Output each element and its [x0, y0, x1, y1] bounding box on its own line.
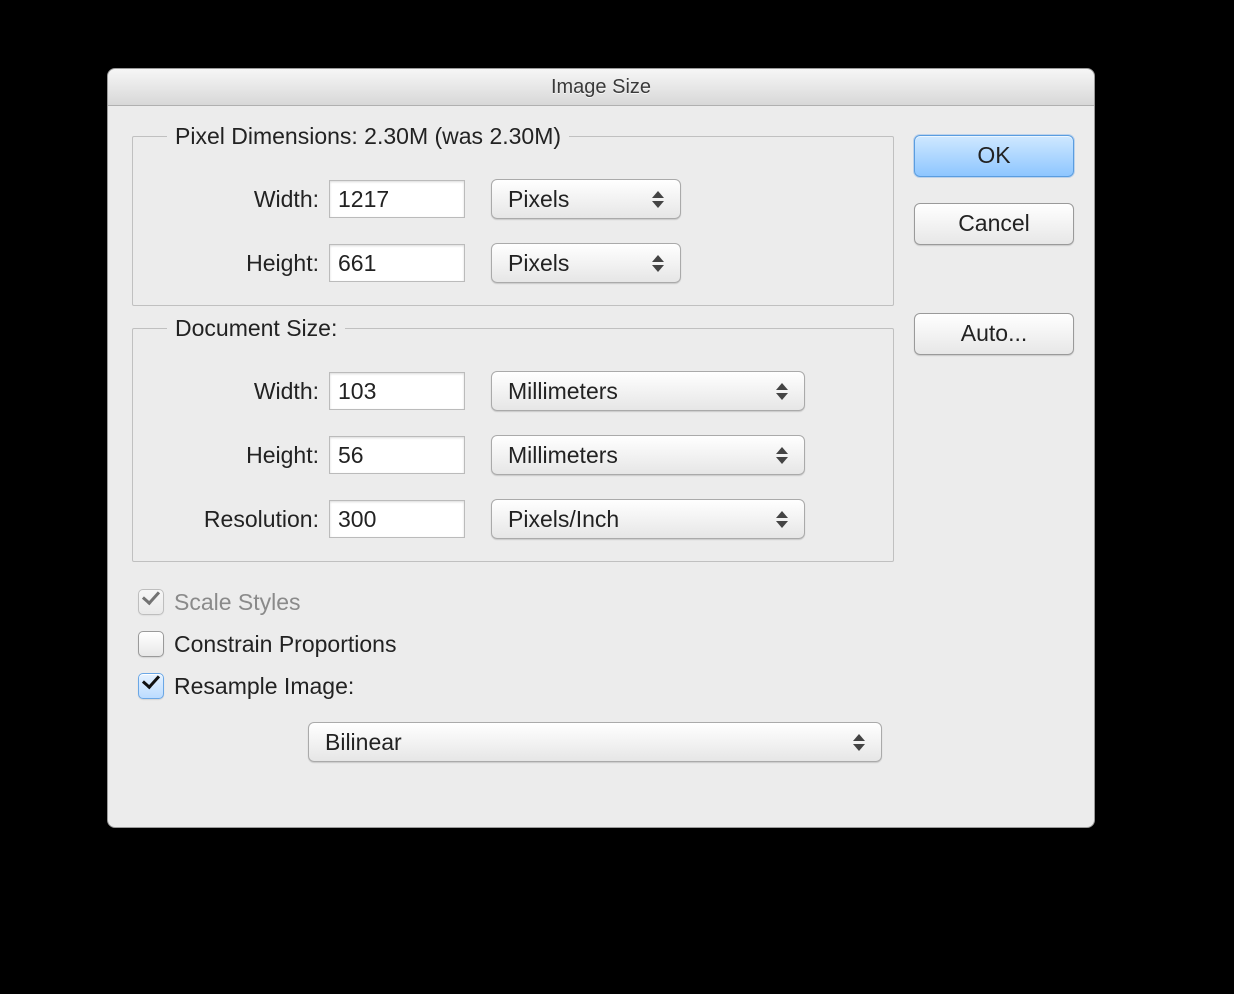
titlebar: Image Size	[108, 69, 1094, 106]
pixel-width-row: Width: Pixels	[153, 175, 873, 223]
resample-image-label: Resample Image:	[174, 673, 354, 700]
dialog-content: OK Cancel Auto... Pixel Dimensions: 2.30…	[108, 106, 1094, 828]
doc-resolution-unit-dropdown[interactable]: Pixels/Inch	[491, 499, 805, 539]
resample-image-row: Resample Image:	[132, 668, 894, 704]
ok-button[interactable]: OK	[914, 135, 1074, 177]
pixel-width-unit-dropdown[interactable]: Pixels	[491, 179, 681, 219]
constrain-proportions-label: Constrain Proportions	[174, 631, 396, 658]
constrain-proportions-row: Constrain Proportions	[132, 626, 894, 662]
spacer	[914, 271, 1074, 287]
scale-styles-label: Scale Styles	[174, 589, 301, 616]
pixel-dimensions-group: Pixel Dimensions: 2.30M (was 2.30M) Widt…	[132, 136, 894, 306]
left-column: Pixel Dimensions: 2.30M (was 2.30M) Widt…	[132, 136, 894, 762]
doc-height-label: Height:	[153, 442, 329, 469]
constrain-proportions-checkbox[interactable]	[138, 631, 164, 657]
doc-height-unit-value: Millimeters	[508, 442, 618, 469]
pixel-width-input[interactable]	[329, 180, 465, 218]
doc-width-row: Width: Millimeters	[153, 367, 873, 415]
pixel-height-row: Height: Pixels	[153, 239, 873, 287]
ok-button-label: OK	[977, 142, 1010, 168]
doc-resolution-input[interactable]	[329, 500, 465, 538]
doc-resolution-label: Resolution:	[153, 506, 329, 533]
updown-arrows-icon	[770, 372, 794, 410]
updown-arrows-icon	[646, 244, 670, 282]
doc-resolution-unit-value: Pixels/Inch	[508, 506, 619, 533]
resample-image-checkbox[interactable]	[138, 673, 164, 699]
pixel-height-unit-value: Pixels	[508, 250, 569, 277]
image-size-dialog: Image Size OK Cancel Auto... Pixel Dimen…	[107, 68, 1095, 828]
pixel-width-unit-value: Pixels	[508, 186, 569, 213]
document-size-legend: Document Size:	[167, 315, 345, 342]
document-size-group: Document Size: Width: Millimeters Height…	[132, 328, 894, 562]
pixel-dimensions-legend: Pixel Dimensions: 2.30M (was 2.30M)	[167, 123, 569, 150]
pixel-height-label: Height:	[153, 250, 329, 277]
updown-arrows-icon	[847, 723, 871, 761]
cancel-button-label: Cancel	[958, 210, 1030, 236]
doc-width-input[interactable]	[329, 372, 465, 410]
pixel-width-label: Width:	[153, 186, 329, 213]
doc-height-row: Height: Millimeters	[153, 431, 873, 479]
doc-height-unit-dropdown[interactable]: Millimeters	[491, 435, 805, 475]
auto-button[interactable]: Auto...	[914, 313, 1074, 355]
updown-arrows-icon	[646, 180, 670, 218]
doc-height-input[interactable]	[329, 436, 465, 474]
resample-method-dropdown[interactable]: Bilinear	[308, 722, 882, 762]
updown-arrows-icon	[770, 436, 794, 474]
pixel-height-unit-dropdown[interactable]: Pixels	[491, 243, 681, 283]
scale-styles-row: Scale Styles	[132, 584, 894, 620]
doc-width-unit-dropdown[interactable]: Millimeters	[491, 371, 805, 411]
button-column: OK Cancel Auto...	[914, 135, 1074, 355]
pixel-height-input[interactable]	[329, 244, 465, 282]
doc-width-label: Width:	[153, 378, 329, 405]
doc-width-unit-value: Millimeters	[508, 378, 618, 405]
doc-resolution-row: Resolution: Pixels/Inch	[153, 495, 873, 543]
updown-arrows-icon	[770, 500, 794, 538]
resample-method-value: Bilinear	[325, 729, 402, 756]
auto-button-label: Auto...	[961, 320, 1027, 346]
scale-styles-checkbox	[138, 589, 164, 615]
window-title: Image Size	[551, 76, 651, 98]
cancel-button[interactable]: Cancel	[914, 203, 1074, 245]
